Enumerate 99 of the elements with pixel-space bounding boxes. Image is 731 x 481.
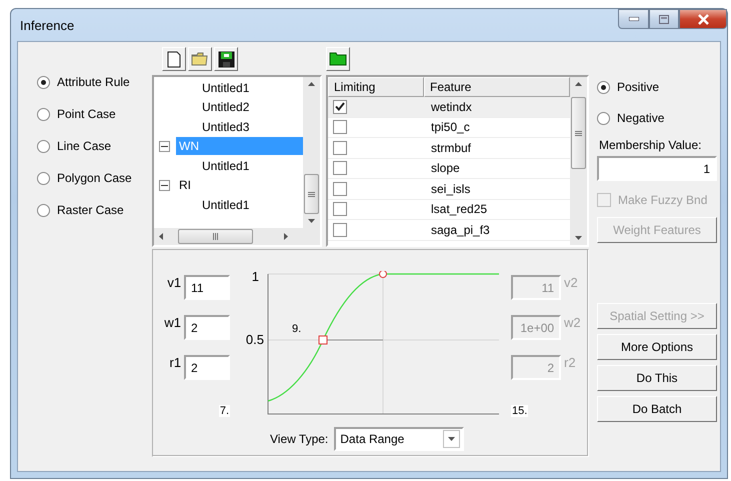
input-field: 2 <box>511 355 562 380</box>
grip-icon <box>212 233 219 240</box>
action-button[interactable]: Do This <box>597 365 717 391</box>
new-file-button[interactable] <box>162 47 186 71</box>
checkbox[interactable] <box>333 222 347 237</box>
vertical-scrollbar[interactable] <box>303 77 320 228</box>
input-field: 1e+00 <box>511 315 562 340</box>
close-icon <box>696 14 710 24</box>
checkbox[interactable] <box>333 140 347 155</box>
field-label: v1 <box>166 275 182 290</box>
check-icon <box>335 102 345 112</box>
grip-icon <box>308 190 315 198</box>
table-row[interactable]: slope <box>328 158 570 179</box>
action-button[interactable]: More Options <box>597 334 717 360</box>
maximize-icon <box>659 14 669 24</box>
input-field[interactable]: 2 <box>184 355 230 380</box>
checkbox[interactable] <box>333 161 347 176</box>
radio-button[interactable] <box>597 80 610 94</box>
table-row[interactable]: sei_isls <box>328 179 570 200</box>
table-cell-text: wetindx <box>430 100 472 114</box>
tree-item[interactable]: Untitled1 <box>199 156 252 175</box>
horizontal-scrollbar[interactable] <box>154 228 320 245</box>
document-icon <box>167 50 181 68</box>
axis-label: 7. <box>218 405 230 417</box>
close-button[interactable] <box>679 9 727 29</box>
field-label: r2 <box>564 355 577 370</box>
checkbox[interactable] <box>333 202 347 216</box>
table-cell-text: slope <box>430 161 460 176</box>
view-type-dropdown[interactable]: Data Range <box>334 427 464 451</box>
axis-label: 1 <box>252 271 260 284</box>
table-row[interactable]: strmbuf <box>328 138 570 158</box>
radio-button[interactable] <box>37 76 50 88</box>
tree-item[interactable]: Untitled1 <box>199 78 252 97</box>
scroll-arrow-icon[interactable] <box>575 81 582 86</box>
point-marker[interactable] <box>379 271 388 278</box>
table-row[interactable]: wetindx <box>328 97 570 118</box>
scroll-arrow-icon[interactable] <box>575 236 582 241</box>
window-title: Inference <box>20 18 74 33</box>
input-field: 11 <box>511 275 562 300</box>
scroll-arrow-icon[interactable] <box>308 219 315 224</box>
open-folder-button[interactable] <box>188 47 212 71</box>
collapse-icon[interactable] <box>159 140 170 152</box>
caret-icon <box>448 436 456 442</box>
field-label: w2 <box>564 315 582 330</box>
checkbox[interactable] <box>333 120 347 134</box>
table-cell-text: lsat_red25 <box>430 202 488 216</box>
vertical-scrollbar[interactable] <box>570 77 587 245</box>
tree-item[interactable]: Untitled1 <box>199 196 252 214</box>
tree-item[interactable]: Untitled2 <box>199 98 252 116</box>
radio-button[interactable] <box>37 108 50 120</box>
membership-field[interactable]: 1 <box>597 156 717 181</box>
field-label: w1 <box>163 315 182 330</box>
radio-button[interactable] <box>597 112 610 124</box>
field-label: v2 <box>564 275 579 290</box>
action-button[interactable]: Do Batch <box>597 396 717 422</box>
table-cell-text: tpi50_c <box>430 120 470 134</box>
radio-button[interactable] <box>37 204 50 216</box>
column-header[interactable]: Feature <box>424 77 570 97</box>
radio-label[interactable]: Attribute Rule <box>57 75 130 89</box>
radio-label[interactable]: Polygon Case <box>57 171 132 185</box>
input-field[interactable]: 11 <box>184 275 230 300</box>
minimize-button[interactable] <box>618 9 649 29</box>
table-cell-text: sei_isls <box>430 182 470 196</box>
scroll-arrow-icon[interactable] <box>308 81 315 86</box>
folder-button[interactable] <box>326 47 350 71</box>
maximize-button[interactable] <box>649 9 679 29</box>
radio-label[interactable]: Negative <box>617 111 664 125</box>
save-button[interactable] <box>214 47 238 71</box>
table-row[interactable]: lsat_red25 <box>328 200 570 220</box>
membership-label: Membership Value: <box>599 138 702 152</box>
field-label: r1 <box>168 355 182 370</box>
radio-label[interactable]: Line Case <box>57 139 112 153</box>
point-marker[interactable] <box>318 336 328 344</box>
input-field[interactable]: 2 <box>184 315 230 340</box>
scroll-arrow-icon[interactable] <box>158 233 163 240</box>
table-cell-text: strmbuf <box>430 140 472 155</box>
folder-icon <box>191 52 209 66</box>
minimize-icon <box>628 17 638 21</box>
tree-item[interactable]: RI <box>176 176 303 194</box>
scroll-arrow-icon[interactable] <box>284 233 289 240</box>
point-label: 9. <box>292 323 302 335</box>
table-cell-text: saga_pi_f3 <box>430 222 490 237</box>
axis-label: 15. <box>511 405 528 417</box>
radio-label[interactable]: Positive <box>617 80 660 94</box>
radio-button[interactable] <box>37 140 50 152</box>
checkbox[interactable] <box>333 100 347 114</box>
axis-label: 0.5 <box>246 332 264 347</box>
radio-label[interactable]: Point Case <box>57 107 116 121</box>
table-row[interactable]: saga_pi_f3 <box>328 220 570 240</box>
table-row[interactable]: tpi50_c <box>328 118 570 138</box>
collapse-icon[interactable] <box>159 180 170 191</box>
checkbox[interactable] <box>333 182 347 196</box>
tree-item[interactable]: Untitled3 <box>199 118 252 136</box>
radio-button[interactable] <box>37 172 50 184</box>
radio-label[interactable]: Raster Case <box>57 203 124 217</box>
column-header[interactable]: Limiting <box>328 77 424 97</box>
grip-icon <box>575 130 582 136</box>
view-type-label: View Type: <box>270 432 328 446</box>
folder-icon <box>329 52 347 66</box>
